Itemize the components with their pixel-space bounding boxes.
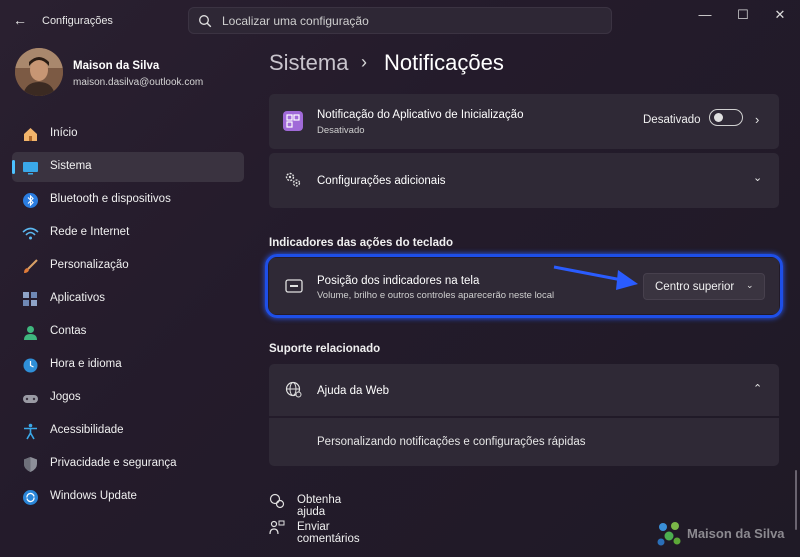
avatar[interactable] [15, 48, 63, 96]
accessibility-icon [24, 423, 37, 440]
sidebar-item-label: Jogos [50, 391, 81, 403]
section-heading: Suporte relacionado [269, 343, 381, 355]
sidebar-item-label: Sistema [50, 160, 92, 172]
watermark-text: Maison da Silva [687, 526, 785, 541]
sidebar-item-label: Bluetooth e dispositivos [50, 193, 171, 205]
card-title: Ajuda da Web [317, 385, 390, 397]
sidebar-item-bluetooth[interactable]: Bluetooth e dispositivos [12, 185, 244, 215]
sidebar-item-privacidade[interactable]: Privacidade e segurança [12, 449, 244, 479]
page-title: Notificações [384, 50, 504, 75]
search-icon [199, 15, 212, 28]
link-label: Enviar comentários [297, 521, 360, 545]
sidebar-item-sistema[interactable]: Sistema [12, 152, 244, 182]
sidebar-item-label: Privacidade e segurança [50, 457, 177, 469]
user-name: Maison da Silva [73, 60, 160, 72]
app-title: Configurações [42, 15, 113, 27]
active-indicator [12, 160, 15, 174]
sidebar-item-personalizacao[interactable]: Personalização [12, 251, 244, 281]
startup-notification-toggle[interactable] [709, 109, 743, 126]
globe-icon [285, 381, 302, 398]
update-icon [23, 490, 38, 505]
home-icon [24, 128, 37, 141]
link-label: Obtenha ajuda [297, 494, 342, 518]
sidebar-item-label: Início [50, 127, 78, 139]
web-help-expanded: Personalizando notificações e configuraç… [269, 418, 779, 466]
sidebar-item-label: Personalização [50, 259, 129, 271]
sidebar-item-label: Hora e idioma [50, 358, 122, 370]
chevron-up-icon: ⌃ [753, 383, 763, 395]
additional-settings-card[interactable]: Configurações adicionais ⌄ [269, 153, 779, 208]
bluetooth-icon [23, 193, 38, 208]
sidebar-item-label: Aplicativos [50, 292, 105, 304]
globe-clock-icon [23, 358, 38, 373]
sidebar-item-aplicativos[interactable]: Aplicativos [12, 284, 244, 314]
help-icon [269, 493, 285, 509]
sidebar-item-label: Contas [50, 325, 87, 337]
apps-icon [23, 292, 37, 306]
chevron-right-icon: › [755, 112, 760, 127]
maximize-button[interactable]: ☐ [728, 6, 758, 24]
sidebar-item-label: Windows Update [50, 490, 137, 502]
sidebar-item-inicio[interactable]: Início [12, 119, 244, 149]
wifi-icon [22, 227, 39, 240]
feedback-icon [269, 520, 285, 535]
avatar-photo [15, 48, 63, 96]
help-link[interactable]: Personalizando notificações e configuraç… [317, 436, 586, 448]
highlight-outline [265, 254, 783, 318]
shield-icon [24, 457, 37, 472]
sidebar-item-jogos[interactable]: Jogos [12, 383, 244, 413]
sidebar-item-windows-update[interactable]: Windows Update [12, 482, 244, 512]
card-title: Notificação do Aplicativo de Inicializaç… [317, 109, 524, 121]
section-heading: Indicadores das ações do teclado [269, 237, 454, 249]
card-title: Configurações adicionais [317, 175, 446, 187]
gears-icon [285, 172, 301, 187]
breadcrumb-parent[interactable]: Sistema [269, 50, 348, 76]
close-button[interactable]: ✕ [765, 6, 795, 24]
brush-icon [24, 259, 38, 273]
scrollbar[interactable] [795, 470, 797, 530]
gamepad-icon [23, 395, 38, 403]
annotation-arrow-icon [553, 265, 638, 290]
minimize-button[interactable]: — [690, 6, 720, 24]
toggle-state-label: Desativado [643, 114, 701, 126]
card-subtitle: Desativado [317, 125, 365, 136]
system-icon [23, 162, 38, 175]
sidebar-item-acessibilidade[interactable]: Acessibilidade [12, 416, 244, 446]
search-placeholder: Localizar uma configuração [222, 14, 369, 28]
breadcrumb-separator: › [361, 52, 367, 72]
startup-app-icon [283, 111, 303, 131]
watermark: Maison da Silva [655, 520, 795, 550]
startup-notification-card[interactable]: Notificação do Aplicativo de Inicializaç… [269, 94, 779, 149]
search-input[interactable]: Localizar uma configuração [188, 7, 612, 34]
watermark-logo-icon [657, 522, 681, 546]
settings-window: ← Configurações Localizar uma configuraç… [0, 0, 800, 557]
sidebar-item-label: Rede e Internet [50, 226, 130, 238]
sidebar-item-label: Acessibilidade [50, 424, 124, 436]
account-icon [24, 326, 37, 340]
sidebar-item-hora-idioma[interactable]: Hora e idioma [12, 350, 244, 380]
user-email: maison.dasilva@outlook.com [73, 77, 204, 88]
title-bar: ← Configurações Localizar uma configuraç… [0, 0, 800, 40]
web-help-card[interactable]: Ajuda da Web ⌃ [269, 364, 779, 416]
toggle-knob [714, 113, 723, 122]
chevron-down-icon: ⌄ [753, 172, 763, 184]
sidebar-item-contas[interactable]: Contas [12, 317, 244, 347]
back-arrow-icon[interactable]: ← [10, 10, 30, 30]
sidebar-item-rede[interactable]: Rede e Internet [12, 218, 244, 248]
